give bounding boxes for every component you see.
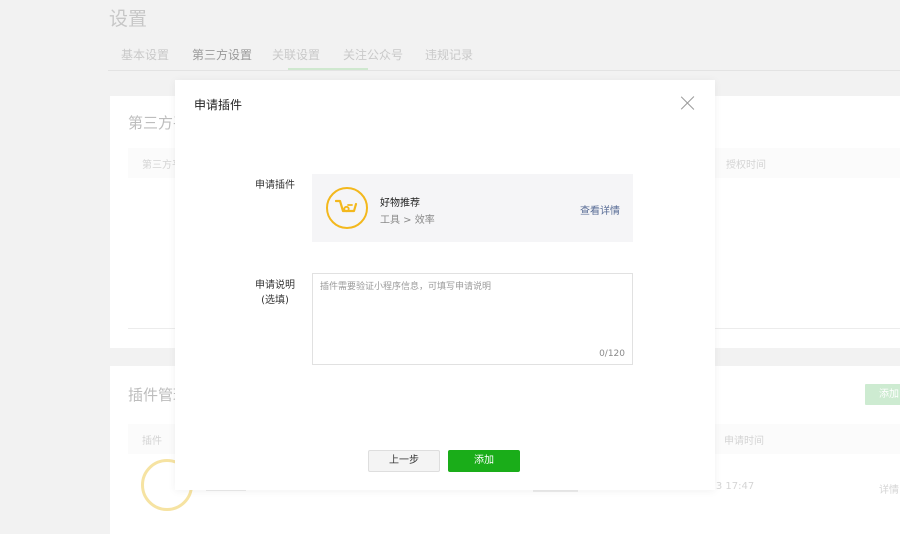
tab-third-party-settings[interactable]: 第三方设置 [192, 46, 252, 63]
note-textarea[interactable] [313, 274, 632, 364]
active-tab-indicator [288, 68, 368, 70]
tab-basic-settings[interactable]: 基本设置 [121, 46, 169, 63]
tab-violation-records[interactable]: 违规记录 [425, 46, 473, 63]
plugin-row-label: 申请插件 [255, 180, 295, 191]
plugin-name: 好物推荐 [380, 198, 420, 209]
apply-plugin-dialog: 申请插件 申请插件 好物推荐 工具 > 效率 查看详情 申请说明 (选填) 0/… [175, 80, 715, 490]
note-label: 申请说明 [255, 280, 295, 291]
column-header: 插件 [142, 436, 162, 447]
note-optional-hint: (选填) [261, 295, 289, 306]
add-button[interactable]: 添加 [448, 450, 520, 472]
detail-link[interactable]: 详情 [879, 481, 899, 496]
plugin-category: 工具 > 效率 [380, 215, 435, 226]
plugin-card: 好物推荐 工具 > 效率 查看详情 [312, 174, 633, 242]
column-header: 申请时间 [724, 436, 764, 447]
previous-step-button[interactable]: 上一步 [368, 450, 440, 472]
tab-bar: 基本设置 第三方设置 关联设置 关注公众号 违规记录 [108, 40, 900, 71]
tab-follow-official-account[interactable]: 关注公众号 [343, 46, 403, 63]
page-title: 设置 [109, 8, 148, 30]
char-counter: 0/120 [599, 349, 625, 359]
view-detail-link[interactable]: 查看详情 [580, 202, 620, 217]
close-icon[interactable] [681, 96, 695, 110]
dialog-title: 申请插件 [194, 98, 243, 112]
note-row-label: 申请说明 (选填) [255, 278, 295, 308]
column-header: 授权时间 [726, 160, 766, 171]
tab-linked-settings[interactable]: 关联设置 [272, 46, 320, 63]
cart-icon [326, 187, 368, 229]
add-plugin-button[interactable]: 添加 [865, 384, 900, 405]
note-field: 0/120 [312, 273, 633, 365]
